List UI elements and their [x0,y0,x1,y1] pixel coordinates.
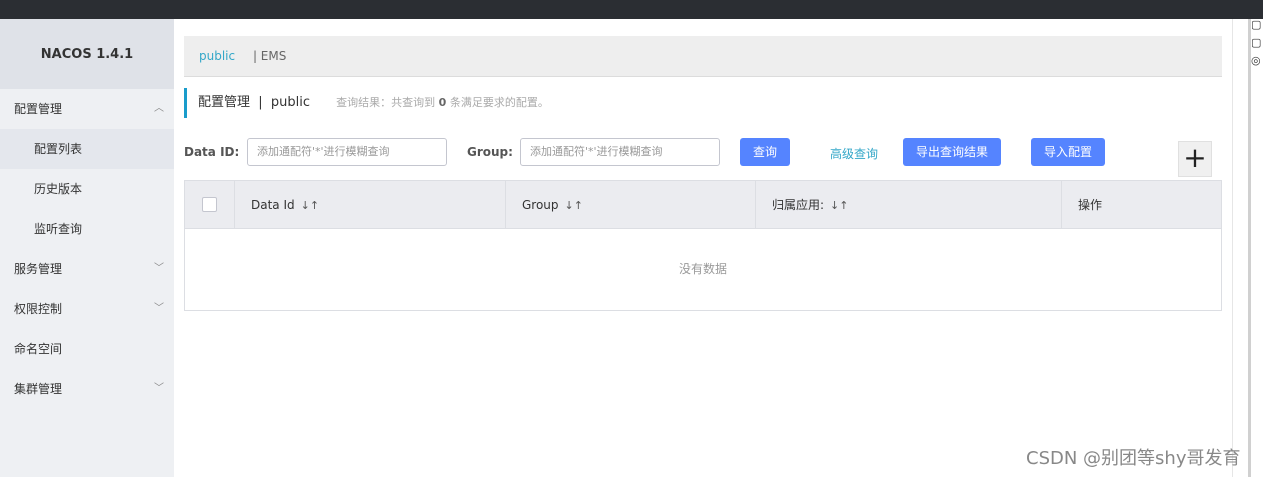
sort-icon[interactable]: ↓↑ [830,199,848,212]
window-top-bar [0,0,1263,19]
import-config-button[interactable]: 导入配置 [1031,138,1105,166]
hint-prefix: 查询结果：共查询到 [336,96,436,109]
column-header-actions: 操作 [1062,181,1221,229]
sidebar-item-label: 配置管理 [14,102,63,116]
sidebar-item-config-list[interactable]: 配置列表 [0,129,174,169]
page-title-text: 配置管理 | public [198,95,311,110]
table-header: Data Id ↓↑ Group ↓↑ 归属应用: ↓↑ 操作 [185,181,1221,229]
sidebar-item-config-management[interactable]: 配置管理 ︿ [0,89,174,129]
select-all-checkbox[interactable] [202,197,217,212]
sidebar-item-label: 权限控制 [14,302,63,316]
window-icon[interactable]: ▢ [1251,19,1263,31]
sort-icon[interactable]: ↓↑ [565,199,583,212]
chevron-down-icon: ﹀ [154,383,164,394]
window-icon[interactable]: ▢ [1251,37,1263,49]
chevron-up-icon: ︿ [154,103,164,114]
config-table: Data Id ↓↑ Group ↓↑ 归属应用: ↓↑ 操作 没有数据 [184,180,1222,311]
page-title: 配置管理 | public 查询结果：共查询到 0 条满足要求的配置。 [184,88,549,118]
empty-state-text: 没有数据 [678,262,727,276]
hint-suffix: 条满足要求的配置。 [449,96,549,109]
query-button[interactable]: 查询 [740,138,790,166]
sort-icon[interactable]: ↓↑ [301,199,319,212]
sidebar-item-listener-query[interactable]: 监听查询 [0,209,174,249]
main-content: public | EMS 配置管理 | public 查询结果：共查询到 0 条… [184,19,1222,477]
sidebar-item-label: 服务管理 [14,262,63,276]
vertical-scrollbar[interactable] [1248,19,1251,477]
export-results-button[interactable]: 导出查询结果 [903,138,1001,166]
sidebar-item-namespace[interactable]: 命名空间 [0,329,174,369]
group-label: Group: [467,145,513,159]
column-header-group[interactable]: Group ↓↑ [506,181,756,229]
column-title: 操作 [1078,198,1103,212]
dataid-label: Data ID: [184,145,240,159]
query-result-hint: 查询结果：共查询到 0 条满足要求的配置。 [336,96,549,109]
sidebar-item-label: 配置列表 [34,142,83,156]
column-title: 归属应用: [772,198,825,212]
sidebar-item-cluster-management[interactable]: 集群管理 ﹀ [0,369,174,409]
column-header-app[interactable]: 归属应用: ↓↑ [756,181,1062,229]
select-all-cell [185,181,235,229]
sidebar-item-label: 监听查询 [34,222,83,236]
column-header-dataid[interactable]: Data Id ↓↑ [235,181,506,229]
column-title: Group [522,198,559,212]
sidebar: NACOS 1.4.1 配置管理 ︿ 配置列表 历史版本 监听查询 服务管理 ﹀… [0,19,174,477]
eye-icon[interactable]: ◎ [1251,55,1263,67]
sidebar-item-label: 命名空间 [14,342,63,356]
brand-logo: NACOS 1.4.1 [0,19,174,89]
sidebar-item-permission-control[interactable]: 权限控制 ﹀ [0,289,174,329]
chevron-down-icon: ﹀ [154,303,164,314]
sidebar-item-service-management[interactable]: 服务管理 ﹀ [0,249,174,289]
sidebar-item-history[interactable]: 历史版本 [0,169,174,209]
advanced-query-link[interactable]: 高级查询 [830,145,878,162]
column-title: Data Id [251,198,295,212]
plus-icon: + [1183,141,1207,174]
sidebar-item-label: 集群管理 [14,382,63,396]
dataid-input[interactable]: 添加通配符'*'进行模糊查询 [247,138,447,166]
namespace-bar: public | EMS [184,36,1222,77]
group-input[interactable]: 添加通配符'*'进行模糊查询 [520,138,720,166]
namespace-ems-link[interactable]: | EMS [253,49,286,63]
right-scroll-strip: ▢ ▢ ◎ [1232,19,1263,477]
namespace-public-link[interactable]: public [199,49,235,63]
hint-count: 0 [438,96,447,109]
watermark: CSDN @别团等shy哥发育 [1026,448,1241,469]
add-config-button[interactable]: + [1178,141,1212,177]
chevron-down-icon: ﹀ [154,263,164,274]
sidebar-item-label: 历史版本 [34,182,83,196]
